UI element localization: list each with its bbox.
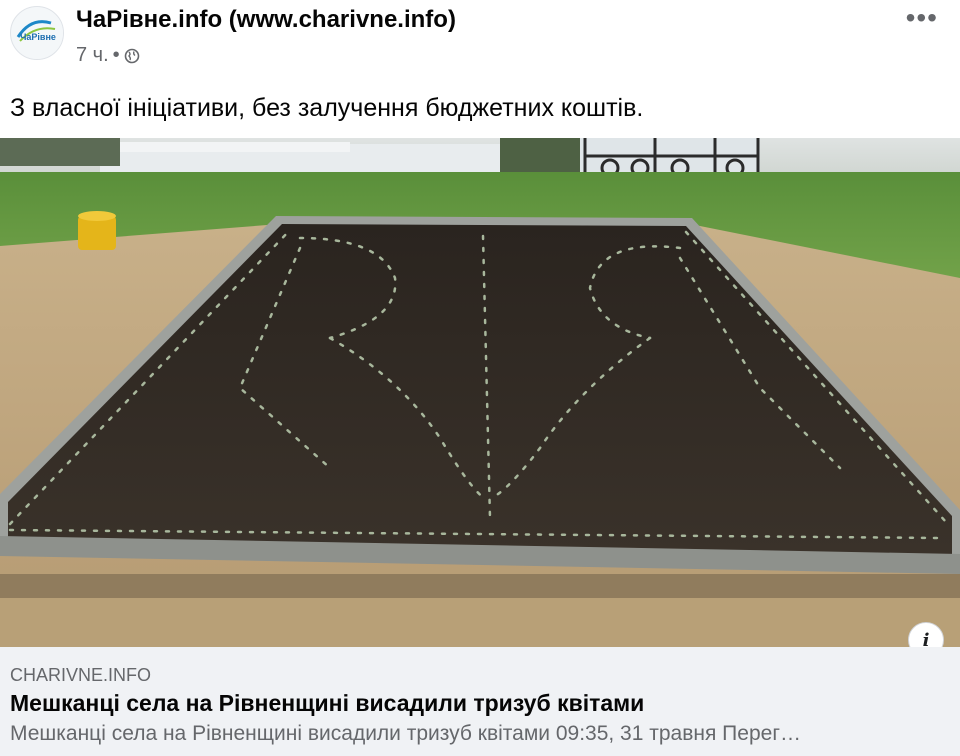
page-logo: ЧаРівне xyxy=(12,8,63,59)
link-preview-card[interactable]: CHARIVNE.INFO Мешканці села на Рівненщин… xyxy=(0,647,960,756)
page-name[interactable]: ЧаРівне.info (www.charivne.info) xyxy=(76,6,456,34)
globe-icon[interactable] xyxy=(124,48,140,64)
more-horizontal-icon[interactable]: ••• xyxy=(906,2,938,34)
post-photo[interactable] xyxy=(0,138,960,647)
meta-separator: • xyxy=(112,44,120,66)
post-header: ЧаРівне ЧаРівне.info (www.charivne.info)… xyxy=(0,0,960,80)
page-avatar[interactable]: ЧаРівне xyxy=(10,6,64,60)
link-title[interactable]: Мешканці села на Рівненщині висадили три… xyxy=(10,690,644,717)
link-description: Мешканці села на Рівненщині висадили три… xyxy=(10,722,801,745)
post-meta: 7 ч. • xyxy=(76,44,140,67)
post-time[interactable]: 7 ч. xyxy=(76,44,109,67)
post-text: З власної ініціативи, без залучення бюдж… xyxy=(10,94,644,122)
link-domain: CHARIVNE.INFO xyxy=(10,665,152,685)
avatar-text: ЧаРівне xyxy=(20,32,56,42)
